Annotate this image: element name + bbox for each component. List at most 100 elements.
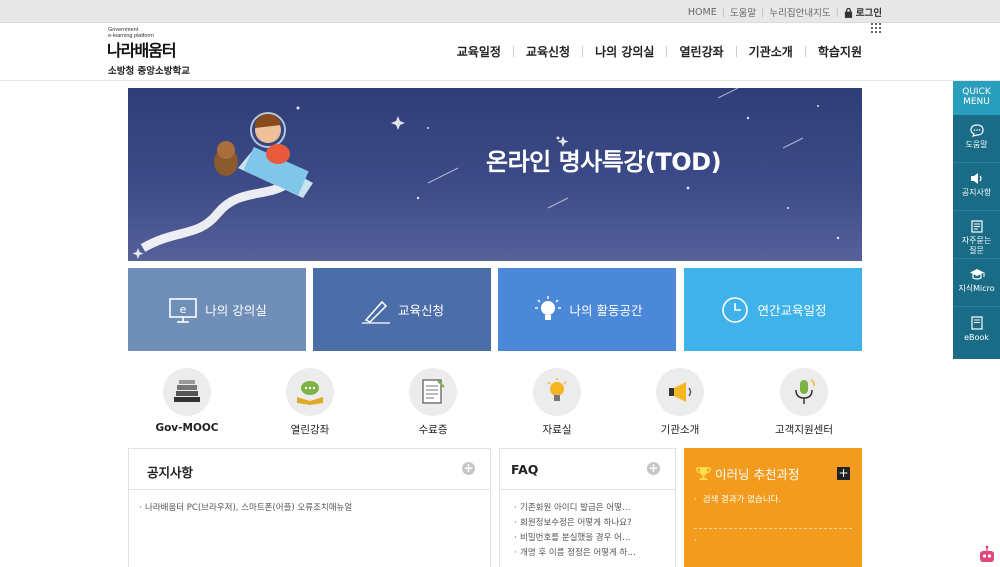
monitor-icon: e [169, 297, 198, 323]
certificate-icon [422, 379, 445, 404]
faq-panel: FAQ + 기존회원 아이디 발급은 어떻… 회원정보수정은 어떻게 하나요? … [499, 448, 676, 567]
divider: | [835, 6, 839, 18]
quick-item-ebook[interactable]: eBook [953, 307, 1000, 355]
divider [694, 528, 852, 529]
more-plus-button[interactable]: + [837, 467, 850, 480]
divider: | [761, 6, 765, 18]
organization-name: 소방청 중앙소방학교 [108, 66, 190, 77]
list-item[interactable]: 개명 후 이름 정정은 어떻게 하… [500, 546, 675, 561]
shortcut-open-lectures[interactable]: 열린강좌 [265, 368, 355, 437]
notice-panel: 공지사항 + 나라배움터 PC(브라우저), 스마트폰(어플) 오류조치매뉴얼 [128, 448, 491, 567]
nav-item-schedule[interactable]: 교육일정 [445, 43, 513, 60]
utility-bar: HOME | 도움말 | 누리집안내지도 | 로그인 [0, 0, 1000, 23]
tile-my-classroom[interactable]: e 나의 강의실 [128, 268, 306, 351]
shortcut-circle [163, 368, 211, 416]
ebook-icon [970, 316, 983, 330]
quick-menu-title-line2: MENU [963, 97, 990, 107]
shortcut-resources[interactable]: 자료실 [512, 368, 602, 437]
shortcut-circle [656, 368, 704, 416]
list-item[interactable]: 기존회원 아이디 발급은 어떻… [500, 501, 675, 516]
shortcut-label: 열린강좌 [290, 424, 330, 436]
quick-item-label: 지식Micro [958, 284, 995, 293]
tile-apply[interactable]: 교육신청 [313, 268, 491, 351]
quick-item-notice[interactable]: 공지사항 [953, 163, 1000, 211]
quick-item-faq[interactable]: 자주묻는 질문 [953, 211, 1000, 259]
notice-title: 공지사항 [147, 465, 194, 480]
list-item[interactable]: 회원정보수정은 어떻게 하나요? [500, 516, 675, 531]
tile-label: 나의 강의실 [205, 303, 267, 318]
quick-item-help[interactable]: 도움말 [953, 115, 1000, 163]
tile-label: 나의 활동공간 [569, 303, 643, 318]
recommended-title-label: 이러닝 추천과정 [715, 467, 800, 482]
shortcut-circle [409, 368, 457, 416]
all-menu-icon[interactable] [871, 23, 882, 34]
nav-item-my-classroom[interactable]: 나의 강의실 [583, 43, 666, 60]
nav-item-apply[interactable]: 교육신청 [514, 43, 582, 60]
graduation-cap-icon [969, 269, 984, 280]
site-logo[interactable]: 나라배움터 [107, 37, 177, 61]
shortcut-gov-mooc[interactable]: Gov-MOOC [142, 368, 232, 434]
shortcut-circle [780, 368, 828, 416]
shortcut-circle [533, 368, 581, 416]
shortcut-certificate[interactable]: 수료증 [388, 368, 478, 437]
clock-icon [722, 296, 749, 323]
quick-item-knowledge-micro[interactable]: 지식Micro [953, 259, 1000, 307]
quick-item-label: 공지사항 [961, 188, 992, 197]
quick-item-label: 자주묻는 [961, 236, 992, 245]
shortcut-label: 고객지원센터 [775, 424, 833, 436]
pen-icon [361, 300, 390, 324]
quick-item-label: eBook [964, 333, 989, 342]
shortcut-label: 자료실 [542, 424, 572, 436]
sitemap-link[interactable]: 누리집안내지도 [769, 5, 830, 19]
panel-header: FAQ + [500, 449, 675, 490]
nav-item-open-lectures[interactable]: 열린강좌 [667, 43, 735, 60]
svg-text:e: e [180, 303, 187, 316]
list-item[interactable]: 비밀번호를 분실했을 경우 어… [500, 531, 675, 546]
megaphone-icon [669, 382, 692, 402]
quick-menu-header: QUICK MENU [953, 81, 1000, 115]
quick-item-label-line2: 질문 [969, 246, 984, 255]
help-link[interactable]: 도움말 [730, 5, 756, 19]
quick-menu: QUICK MENU 도움말 공지사항 자주묻는 질문 지식Micro eBoo… [953, 81, 1000, 359]
trophy-icon [696, 466, 711, 481]
main-navigation: 교육일정 교육신청 나의 강의실 열린강좌 기관소개 학습지원 [445, 43, 862, 60]
banner-title: 온라인 명사특강(TOD) [486, 148, 722, 176]
quick-item-label: 도움말 [965, 140, 988, 149]
recommended-courses-panel: 이러닝 추천과정 + 검색 결과가 없습니다. · [684, 448, 862, 567]
document-icon [970, 220, 983, 233]
tile-annual-schedule[interactable]: 연간교육일정 [684, 268, 862, 351]
site-header: Government e-learning platform 나라배움터 소방청… [0, 23, 1000, 81]
speaker-icon [970, 173, 982, 184]
shortcut-label: 수료증 [418, 424, 448, 436]
nav-item-learning-support[interactable]: 학습지원 [806, 43, 862, 60]
books-icon [174, 380, 200, 402]
microphone-icon [795, 379, 815, 404]
main-banner[interactable]: 온라인 명사특강(TOD) [128, 88, 862, 261]
login-button[interactable]: 로그인 [844, 5, 882, 19]
panel-header: 공지사항 + [129, 449, 490, 490]
faq-list: 기존회원 아이디 발급은 어떻… 회원정보수정은 어떻게 하나요? 비밀번호를 … [500, 490, 675, 561]
lightbulb-icon [534, 295, 561, 320]
tile-activity-space[interactable]: 나의 활동공간 [498, 268, 676, 351]
quick-menu-title-line1: QUICK [962, 87, 991, 97]
home-link[interactable]: HOME [688, 7, 717, 18]
list-bullet: · [694, 536, 697, 546]
recommended-title: 이러닝 추천과정 [696, 464, 799, 483]
utility-links: HOME | 도움말 | 누리집안내지도 | 로그인 [688, 5, 882, 20]
book-chat-icon [297, 381, 323, 405]
list-item[interactable]: 나라배움터 PC(브라우저), 스마트폰(어플) 오류조치매뉴얼 [129, 501, 490, 516]
more-plus-icon[interactable]: + [647, 462, 660, 475]
shortcut-circle [286, 368, 334, 416]
divider: | [721, 6, 725, 18]
chatbot-icon[interactable] [978, 545, 996, 565]
shortcut-label: 기관소개 [660, 424, 700, 436]
shortcut-about[interactable]: 기관소개 [635, 368, 725, 437]
lock-icon [844, 7, 852, 18]
bulb-icon [547, 378, 567, 401]
faq-title: FAQ [511, 462, 539, 477]
tile-label: 교육신청 [397, 303, 444, 318]
more-plus-icon[interactable]: + [462, 462, 475, 475]
shortcut-label: Gov-MOOC [155, 422, 219, 434]
nav-item-about[interactable]: 기관소개 [737, 43, 805, 60]
shortcut-customer-center[interactable]: 고객지원센터 [759, 368, 849, 437]
